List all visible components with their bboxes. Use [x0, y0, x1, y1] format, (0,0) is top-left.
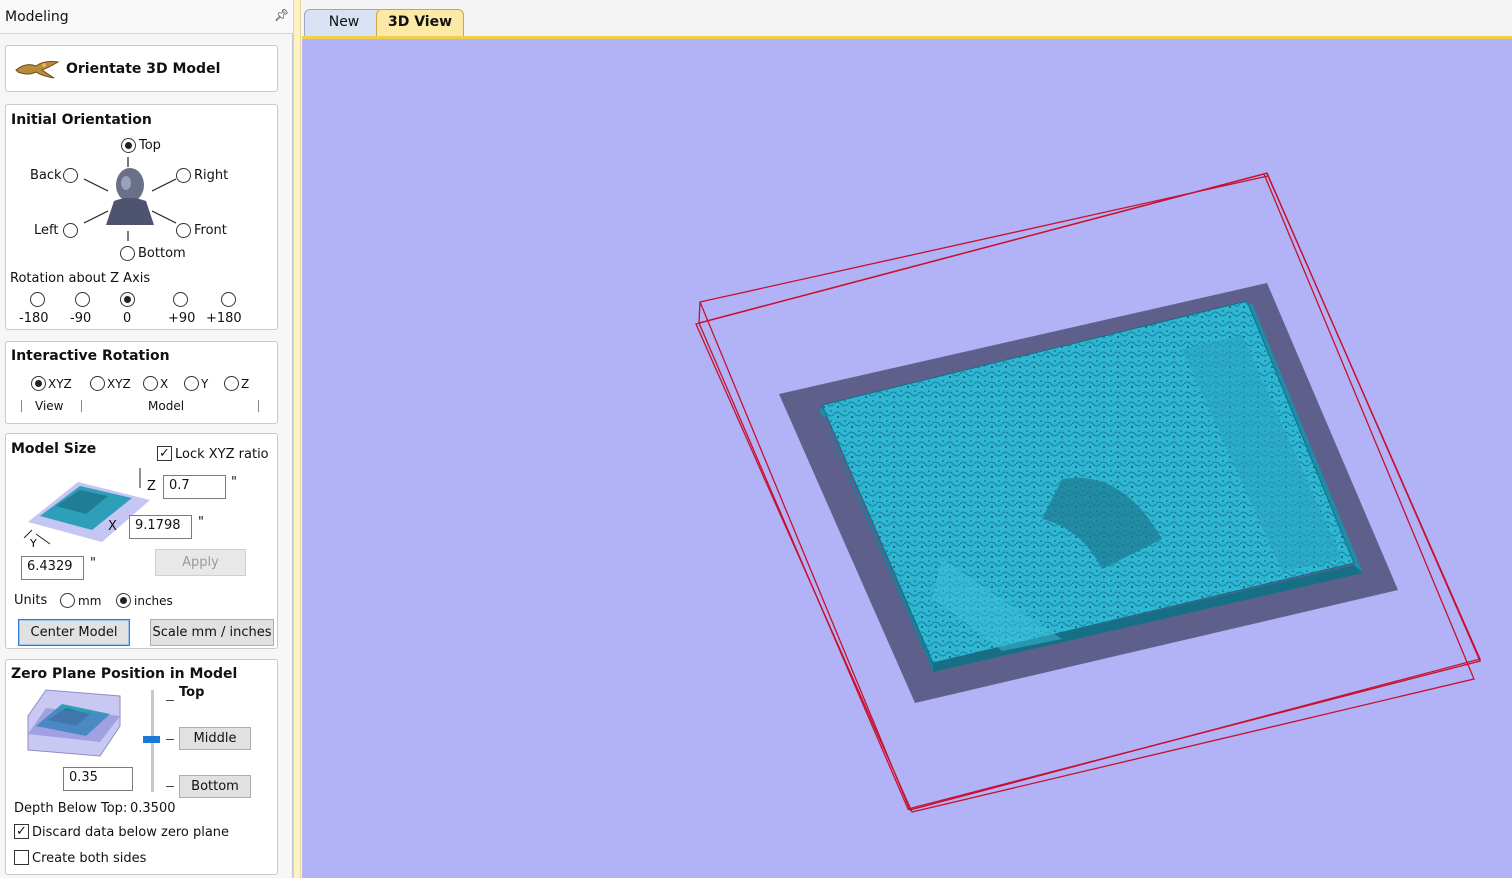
rotation-model-y-radio[interactable]: [184, 376, 199, 391]
pin-icon[interactable]: 📌︎: [274, 8, 289, 22]
x-size-input[interactable]: 9.1798: [129, 515, 192, 539]
center-model-button[interactable]: Center Model: [18, 619, 130, 646]
rotation-model-z-label: Z: [241, 377, 250, 391]
interactive-rotation-section: Interactive Rotation XYZ XYZ X Y Z View …: [5, 341, 278, 424]
model-size-section: Model Size ✓ Lock XYZ ratio Y Z 0.7 " X …: [5, 433, 278, 649]
eagle-icon: [15, 61, 60, 79]
rotation-0-label: 0: [123, 311, 132, 326]
modeling-panel: Modeling 📌︎ Orientate 3D Model Initial O…: [0, 0, 293, 878]
orientate-header-card: Orientate 3D Model: [5, 45, 278, 92]
rotation-view-xyz-label: XYZ: [48, 377, 72, 391]
rotation-model-xyz-label: XYZ: [107, 377, 131, 391]
depth-below-top-label: Depth Below Top:: [14, 801, 128, 816]
orientation-top-label: Top: [139, 138, 161, 153]
tick: [166, 700, 174, 701]
divider: [21, 400, 22, 412]
rotation-minus90-label: -90: [70, 311, 92, 326]
rotation-0-radio[interactable]: [120, 292, 135, 307]
model-size-title: Model Size: [11, 441, 97, 457]
rotation-plus90-radio[interactable]: [173, 292, 188, 307]
zero-plane-value-input[interactable]: 0.35: [63, 767, 133, 791]
orientation-bottom-radio[interactable]: [120, 246, 135, 261]
bust-preview-icon: [83, 157, 177, 241]
x-axis-label: X: [108, 519, 117, 534]
panel-title: Modeling: [5, 9, 69, 25]
z-axis-label: Z: [147, 479, 156, 494]
y-size-input[interactable]: 6.4329: [21, 556, 84, 580]
orientation-left-radio[interactable]: [63, 223, 78, 238]
scale-units-button[interactable]: Scale mm / inches: [150, 619, 274, 646]
zero-plane-preview-icon: [27, 689, 121, 757]
zero-plane-slider-thumb[interactable]: [143, 736, 160, 743]
z-unit-mark: ": [231, 475, 237, 490]
orientation-back-label: Back: [30, 168, 62, 183]
depth-below-top-value: 0.3500: [130, 801, 176, 816]
rotation-plus180-radio[interactable]: [221, 292, 236, 307]
panel-splitter[interactable]: [293, 0, 301, 878]
divider: [81, 400, 82, 412]
units-label: Units: [14, 593, 48, 608]
orientation-front-label: Front: [194, 223, 227, 238]
y-unit-mark: ": [90, 556, 96, 571]
initial-orientation-title: Initial Orientation: [11, 112, 152, 128]
lock-xyz-checkbox[interactable]: ✓: [157, 446, 172, 461]
bottom-button[interactable]: Bottom: [179, 775, 251, 798]
units-inches-radio[interactable]: [116, 593, 131, 608]
zero-plane-section: Zero Plane Position in Model 0.35 Top Mi…: [5, 659, 278, 875]
z-size-input[interactable]: 0.7: [163, 475, 226, 499]
orientation-back-radio[interactable]: [63, 168, 78, 183]
rotation-minus180-label: -180: [19, 311, 49, 326]
create-both-sides-checkbox[interactable]: [14, 850, 29, 865]
rotation-model-x-radio[interactable]: [143, 376, 158, 391]
middle-button[interactable]: Middle: [179, 727, 251, 750]
viewport-scene: [695, 172, 1481, 813]
panel-header: Modeling 📌︎: [0, 0, 293, 34]
3d-viewport[interactable]: [302, 36, 1512, 878]
units-mm-label: mm: [78, 594, 102, 608]
rotation-minus90-radio[interactable]: [75, 292, 90, 307]
orientation-top-radio[interactable]: [121, 138, 136, 153]
rotation-plus180-label: +180: [206, 311, 242, 326]
initial-orientation-section: Initial Orientation Top Back Right Left …: [5, 104, 278, 330]
page-title: Orientate 3D Model: [66, 61, 221, 77]
tick: [166, 739, 174, 740]
rotation-view-xyz-radio[interactable]: [31, 376, 46, 391]
rotation-model-y-label: Y: [201, 377, 209, 391]
discard-below-checkbox[interactable]: ✓: [14, 824, 29, 839]
discard-below-label: Discard data below zero plane: [32, 825, 230, 840]
rotation-minus180-radio[interactable]: [30, 292, 45, 307]
zero-plane-title: Zero Plane Position in Model: [11, 666, 238, 682]
model-group-label: Model: [148, 399, 185, 413]
rotation-z-label: Rotation about Z Axis: [10, 271, 151, 286]
units-inches-label: inches: [134, 594, 173, 608]
x-unit-mark: ": [198, 515, 204, 530]
lock-xyz-label: Lock XYZ ratio: [175, 447, 269, 462]
tab-new[interactable]: New: [304, 9, 384, 36]
tab-3d-view[interactable]: 3D View: [376, 9, 464, 36]
divider: [258, 400, 259, 412]
interactive-rotation-title: Interactive Rotation: [11, 348, 170, 364]
rotation-model-x-label: X: [160, 377, 169, 391]
rotation-model-xyz-radio[interactable]: [90, 376, 105, 391]
view-group-label: View: [35, 399, 64, 413]
tick: [166, 786, 174, 787]
zero-plane-top-label: Top: [179, 685, 205, 700]
apply-button[interactable]: Apply: [155, 549, 246, 576]
tab-bar: [301, 0, 1512, 38]
orientation-bottom-label: Bottom: [138, 246, 186, 261]
rotation-plus90-label: +90: [168, 311, 196, 326]
rotation-model-z-radio[interactable]: [224, 376, 239, 391]
orientation-left-label: Left: [34, 223, 59, 238]
orientation-right-label: Right: [194, 168, 229, 183]
units-mm-radio[interactable]: [60, 593, 75, 608]
create-both-sides-label: Create both sides: [32, 851, 147, 866]
y-axis-label: Y: [29, 537, 37, 550]
